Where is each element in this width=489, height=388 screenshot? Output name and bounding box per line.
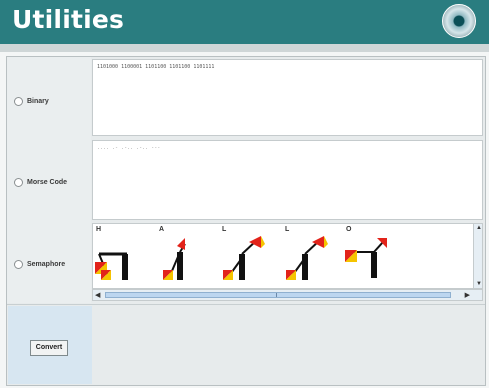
- semaphore-flag-h-icon: [95, 252, 128, 280]
- binary-radio[interactable]: [14, 97, 23, 106]
- convert-button[interactable]: Convert: [30, 340, 68, 356]
- app-header: Utilities: [0, 0, 489, 44]
- morse-label: Morse Code: [27, 179, 68, 186]
- semaphore-radio[interactable]: [14, 260, 23, 269]
- semaphore-letter: A: [159, 226, 165, 233]
- semaphore-option[interactable]: Semaphore: [14, 260, 65, 269]
- semaphore-flag-l-icon: [223, 236, 265, 280]
- semaphore-letter: L: [222, 226, 227, 233]
- arrow-down-icon[interactable]: ▼: [476, 281, 482, 287]
- semaphore-letter: O: [346, 226, 352, 233]
- binary-value: 1101000 1100001 1101100 1101100 1101111: [97, 64, 215, 70]
- empty-area: [93, 306, 483, 384]
- semaphore-flag-a-icon: [163, 238, 186, 280]
- scrollbar-thumb[interactable]: [105, 292, 451, 298]
- arrow-right-icon[interactable]: ▶: [465, 291, 470, 299]
- semaphore-horizontal-scrollbar[interactable]: ◀ ▶: [92, 289, 483, 301]
- semaphore-letter: L: [285, 226, 290, 233]
- morse-output[interactable]: .... .- .-.. .-.. ---: [92, 140, 483, 220]
- arrow-left-icon[interactable]: ◀: [95, 291, 100, 299]
- binary-label: Binary: [27, 98, 49, 105]
- disc-icon: [442, 4, 476, 38]
- semaphore-flag-l-icon: [286, 236, 328, 280]
- semaphore-letter: H: [96, 226, 102, 233]
- morse-radio[interactable]: [14, 178, 23, 187]
- binary-option[interactable]: Binary: [14, 97, 49, 106]
- semaphore-label: Semaphore: [27, 261, 66, 268]
- morse-option[interactable]: Morse Code: [14, 178, 67, 187]
- page-title: Utilities: [12, 5, 125, 34]
- scrollbar-grip: [276, 293, 277, 297]
- morse-value: .... .- .-.. .-.. ---: [97, 145, 161, 151]
- divider: [7, 304, 485, 305]
- semaphore-output[interactable]: H A L L O ▲ ▼: [92, 223, 483, 289]
- semaphore-flag-o-icon: [345, 238, 387, 278]
- binary-output[interactable]: 1101000 1100001 1101100 1101100 1101111: [92, 59, 483, 136]
- semaphore-vertical-scrollbar[interactable]: ▲ ▼: [473, 224, 482, 288]
- header-strip: [0, 44, 489, 52]
- arrow-up-icon[interactable]: ▲: [476, 225, 482, 231]
